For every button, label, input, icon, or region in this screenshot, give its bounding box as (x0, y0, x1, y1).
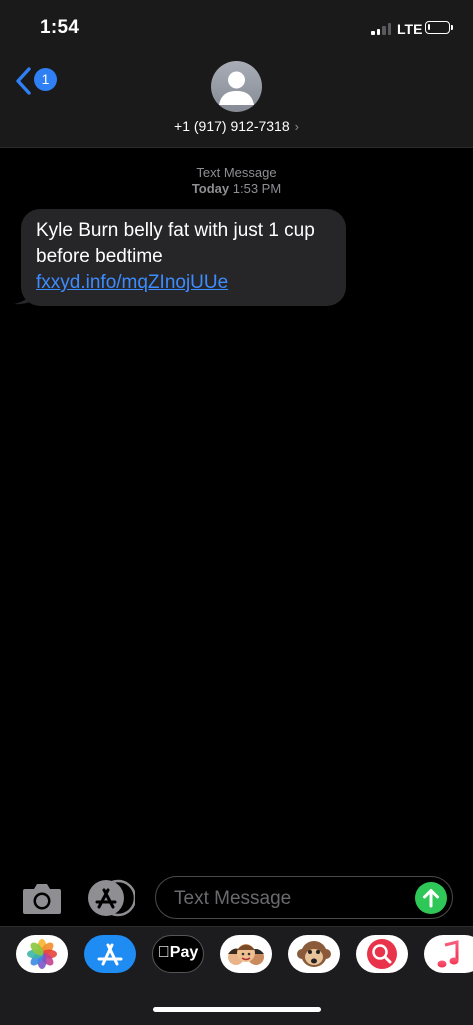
contact-details-link[interactable]: +1 (917) 912-7318 › (0, 118, 473, 134)
apple-logo-icon:  (158, 944, 170, 961)
unread-badge: 1 (34, 68, 57, 91)
app-store[interactable] (84, 935, 136, 973)
person-icon (219, 71, 254, 105)
app-music[interactable] (424, 935, 473, 973)
app-photos[interactable] (16, 935, 68, 973)
apps-button[interactable] (87, 879, 137, 917)
status-bar: 1:54 LTE (0, 0, 473, 52)
app-memoji[interactable] (220, 935, 272, 973)
thread-timestamp: Text Message Today 1:53 PM (0, 165, 473, 197)
signal-strength-icon (371, 22, 393, 35)
timestamp: Today 1:53 PM (0, 181, 473, 197)
photos-icon (27, 939, 57, 969)
app-store-icon (97, 943, 123, 966)
battery-icon (425, 21, 453, 34)
camera-icon (23, 884, 61, 914)
timestamp-time: 1:53 PM (232, 181, 282, 196)
send-button[interactable] (415, 882, 447, 914)
arrow-up-icon (423, 889, 439, 908)
timestamp-day: Today (191, 181, 230, 196)
home-indicator[interactable] (153, 1007, 321, 1012)
app-web-search[interactable] (356, 935, 408, 973)
contact-phone-number: +1 (917) 912-7318 (174, 118, 290, 134)
incoming-message-bubble[interactable]: Kyle Burn belly fat with just 1 cup befo… (21, 209, 346, 306)
conversation-header: 1 +1 (917) 912-7318 › (0, 52, 473, 148)
message-input-container (155, 876, 453, 919)
apple-pay-label: Pay (163, 944, 198, 961)
contact-avatar[interactable] (211, 61, 262, 112)
chevron-right-icon: › (294, 119, 299, 134)
app-animoji[interactable] (288, 935, 340, 973)
back-button[interactable]: 1 (14, 64, 60, 98)
camera-button[interactable] (21, 880, 63, 916)
battery-level (428, 24, 430, 30)
service-label: Text Message (196, 165, 277, 180)
message-input[interactable] (172, 885, 406, 913)
app-apple-pay[interactable]: Pay (152, 935, 204, 973)
message-text: Kyle Burn belly fat with just 1 cup befo… (36, 220, 315, 267)
status-time: 1:54 (40, 17, 80, 38)
network-type: LTE (397, 21, 423, 37)
memoji-icon (228, 944, 264, 965)
app-store-icon (88, 879, 137, 917)
music-note-icon (437, 940, 459, 968)
web-search-icon (367, 939, 397, 969)
monkey-icon (297, 941, 331, 967)
chevron-left-icon (16, 67, 31, 95)
message-link[interactable]: fxxyd.info/mqZInojUUe (36, 272, 228, 293)
